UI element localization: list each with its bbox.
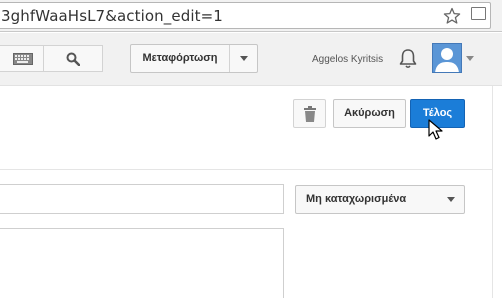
site-header: Μεταφόρτωση Aggelos Kyritsis [0,33,502,86]
keyboard-button[interactable] [0,45,44,72]
description-textarea[interactable] [0,228,284,298]
star-icon[interactable] [443,7,461,25]
title-input[interactable] [0,184,284,214]
url-text[interactable]: 3ghfWaaHsL7&action_edit=1 [1,7,223,25]
browser-toolbar: 3ghfWaaHsL7&action_edit=1 [0,0,502,32]
search-button[interactable] [43,45,103,72]
upload-button[interactable]: Μεταφόρτωση [131,45,229,72]
avatar[interactable] [432,43,462,73]
upload-menu-button[interactable] [230,45,257,72]
privacy-select[interactable]: Μη καταχωρισμένα [295,185,465,214]
user-name[interactable]: Aggelos Kyritsis [312,54,383,65]
delete-button[interactable] [293,99,326,128]
page-icon[interactable] [471,7,486,20]
trash-icon [304,106,316,122]
avatar-icon [435,48,459,72]
editor-action-bar: Ακύρωση Τέλος [0,86,502,170]
address-bar[interactable]: 3ghfWaaHsL7&action_edit=1 [0,2,491,29]
upload-button-group: Μεταφόρτωση [130,44,258,73]
chevron-down-icon [240,56,248,61]
privacy-select-value: Μη καταχωρισμένα [306,193,407,205]
bell-icon[interactable] [398,48,418,70]
cancel-button[interactable]: Ακύρωση [333,99,406,128]
chevron-down-icon [447,197,455,202]
mouse-cursor-icon [428,119,443,140]
keyboard-icon [13,53,33,65]
account-menu-chevron-icon[interactable] [466,56,474,61]
search-icon [66,52,80,66]
scrollbar-track[interactable] [492,86,502,298]
